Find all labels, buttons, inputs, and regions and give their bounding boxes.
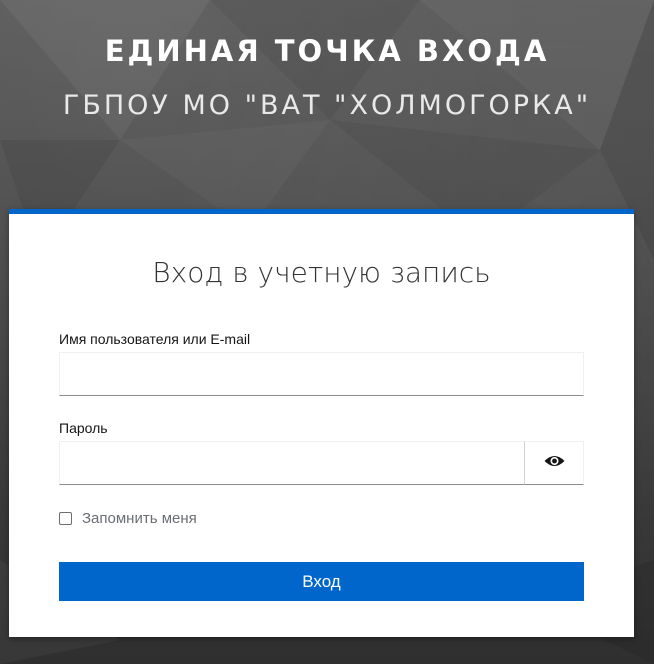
login-card: Вход в учетную запись Имя пользователя и…	[9, 209, 634, 637]
username-input[interactable]	[59, 352, 584, 396]
organization-name: ГБПОУ МО "ВАТ "ХОЛМОГОРКА"	[62, 90, 592, 121]
remember-me-label: Запомнить меня	[82, 510, 197, 527]
username-label: Имя пользователя или E-mail	[59, 331, 251, 347]
remember-me[interactable]: Запомнить меня	[59, 510, 197, 527]
remember-me-checkbox[interactable]	[59, 512, 72, 525]
eye-icon	[544, 454, 565, 473]
password-input[interactable]	[59, 441, 525, 485]
app-title: ЕДИНАЯ ТОЧКА ВХОДА	[104, 34, 550, 68]
password-label: Пароль	[59, 420, 108, 436]
login-heading: Вход в учетную запись	[152, 256, 491, 289]
show-password-button[interactable]	[524, 441, 584, 485]
login-button[interactable]: Вход	[59, 562, 584, 601]
